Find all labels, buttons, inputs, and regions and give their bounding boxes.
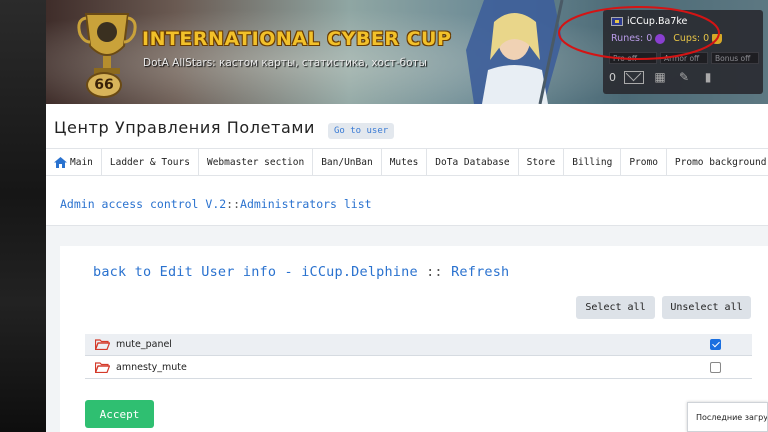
back-to-edit-user-link[interactable]: back to Edit User info - iCCup.Delphine bbox=[93, 264, 418, 280]
accept-button[interactable]: Accept bbox=[85, 400, 154, 428]
page-header: Центр Управления Полетами Go to user bbox=[46, 104, 768, 148]
annotation-circle bbox=[558, 6, 720, 60]
permission-name: mute_panel bbox=[116, 339, 172, 350]
nav-item-promo-background[interactable]: Promo background bbox=[667, 149, 768, 175]
nav-item-store[interactable]: Store bbox=[519, 149, 565, 175]
nav-item-dota-database[interactable]: DoTa Database bbox=[427, 149, 519, 175]
site-tagline: DotA AllStars: кастом карты, статистика,… bbox=[143, 57, 427, 69]
card-separator: :: bbox=[426, 264, 443, 280]
breadcrumb-administrators-list[interactable]: Administrators list bbox=[240, 197, 372, 211]
grid-icon[interactable]: ▦ bbox=[652, 70, 668, 84]
downloads-toast[interactable]: Последние загрузки bbox=[687, 402, 768, 432]
left-background bbox=[0, 0, 46, 432]
nav-item-ladder[interactable]: Ladder & Tours bbox=[102, 149, 199, 175]
unselect-all-button[interactable]: Unselect all bbox=[662, 296, 751, 319]
permission-checkbox[interactable] bbox=[710, 339, 721, 350]
nav-item-promo[interactable]: Promo bbox=[621, 149, 667, 175]
permission-checkbox[interactable] bbox=[710, 362, 721, 373]
breadcrumb-separator: :: bbox=[226, 197, 241, 211]
goto-user-button[interactable]: Go to user bbox=[328, 123, 395, 139]
main-nav: Main Ladder & Tours Webmaster section Ba… bbox=[46, 148, 768, 176]
chart-icon[interactable]: ▮ bbox=[700, 70, 716, 84]
permissions-card: back to Edit User info - iCCup.Delphine … bbox=[60, 246, 768, 432]
folder-open-icon bbox=[95, 362, 110, 373]
refresh-link[interactable]: Refresh bbox=[451, 264, 509, 280]
permission-name: amnesty_mute bbox=[116, 362, 187, 373]
permission-row: mute_panel bbox=[85, 334, 752, 356]
home-icon bbox=[54, 156, 67, 168]
messages-count: 0 bbox=[609, 70, 616, 84]
main-content: Центр Управления Полетами Go to user Mai… bbox=[46, 104, 768, 432]
level-badge: 66 bbox=[86, 72, 122, 98]
breadcrumb-admin-access[interactable]: Admin access control V.2 bbox=[60, 197, 226, 211]
site-brand-title[interactable]: INTERNATIONAL CYBER CUP bbox=[142, 28, 451, 50]
select-all-button[interactable]: Select all bbox=[576, 296, 655, 319]
breadcrumb: Admin access control V.2::Administrators… bbox=[46, 176, 768, 226]
nav-item-mutes[interactable]: Mutes bbox=[382, 149, 428, 175]
page-title: Центр Управления Полетами bbox=[54, 118, 316, 137]
nav-item-webmaster[interactable]: Webmaster section bbox=[199, 149, 314, 175]
nav-item-billing[interactable]: Billing bbox=[564, 149, 622, 175]
folder-open-icon bbox=[95, 339, 110, 350]
permission-row: amnesty_mute bbox=[85, 357, 752, 379]
nav-item-main[interactable]: Main bbox=[46, 149, 102, 175]
nav-item-ban[interactable]: Ban/UnBan bbox=[313, 149, 382, 175]
wrench-icon[interactable]: ✎ bbox=[676, 70, 692, 84]
mail-icon[interactable] bbox=[624, 70, 644, 84]
nav-item-label: Main bbox=[70, 156, 93, 168]
